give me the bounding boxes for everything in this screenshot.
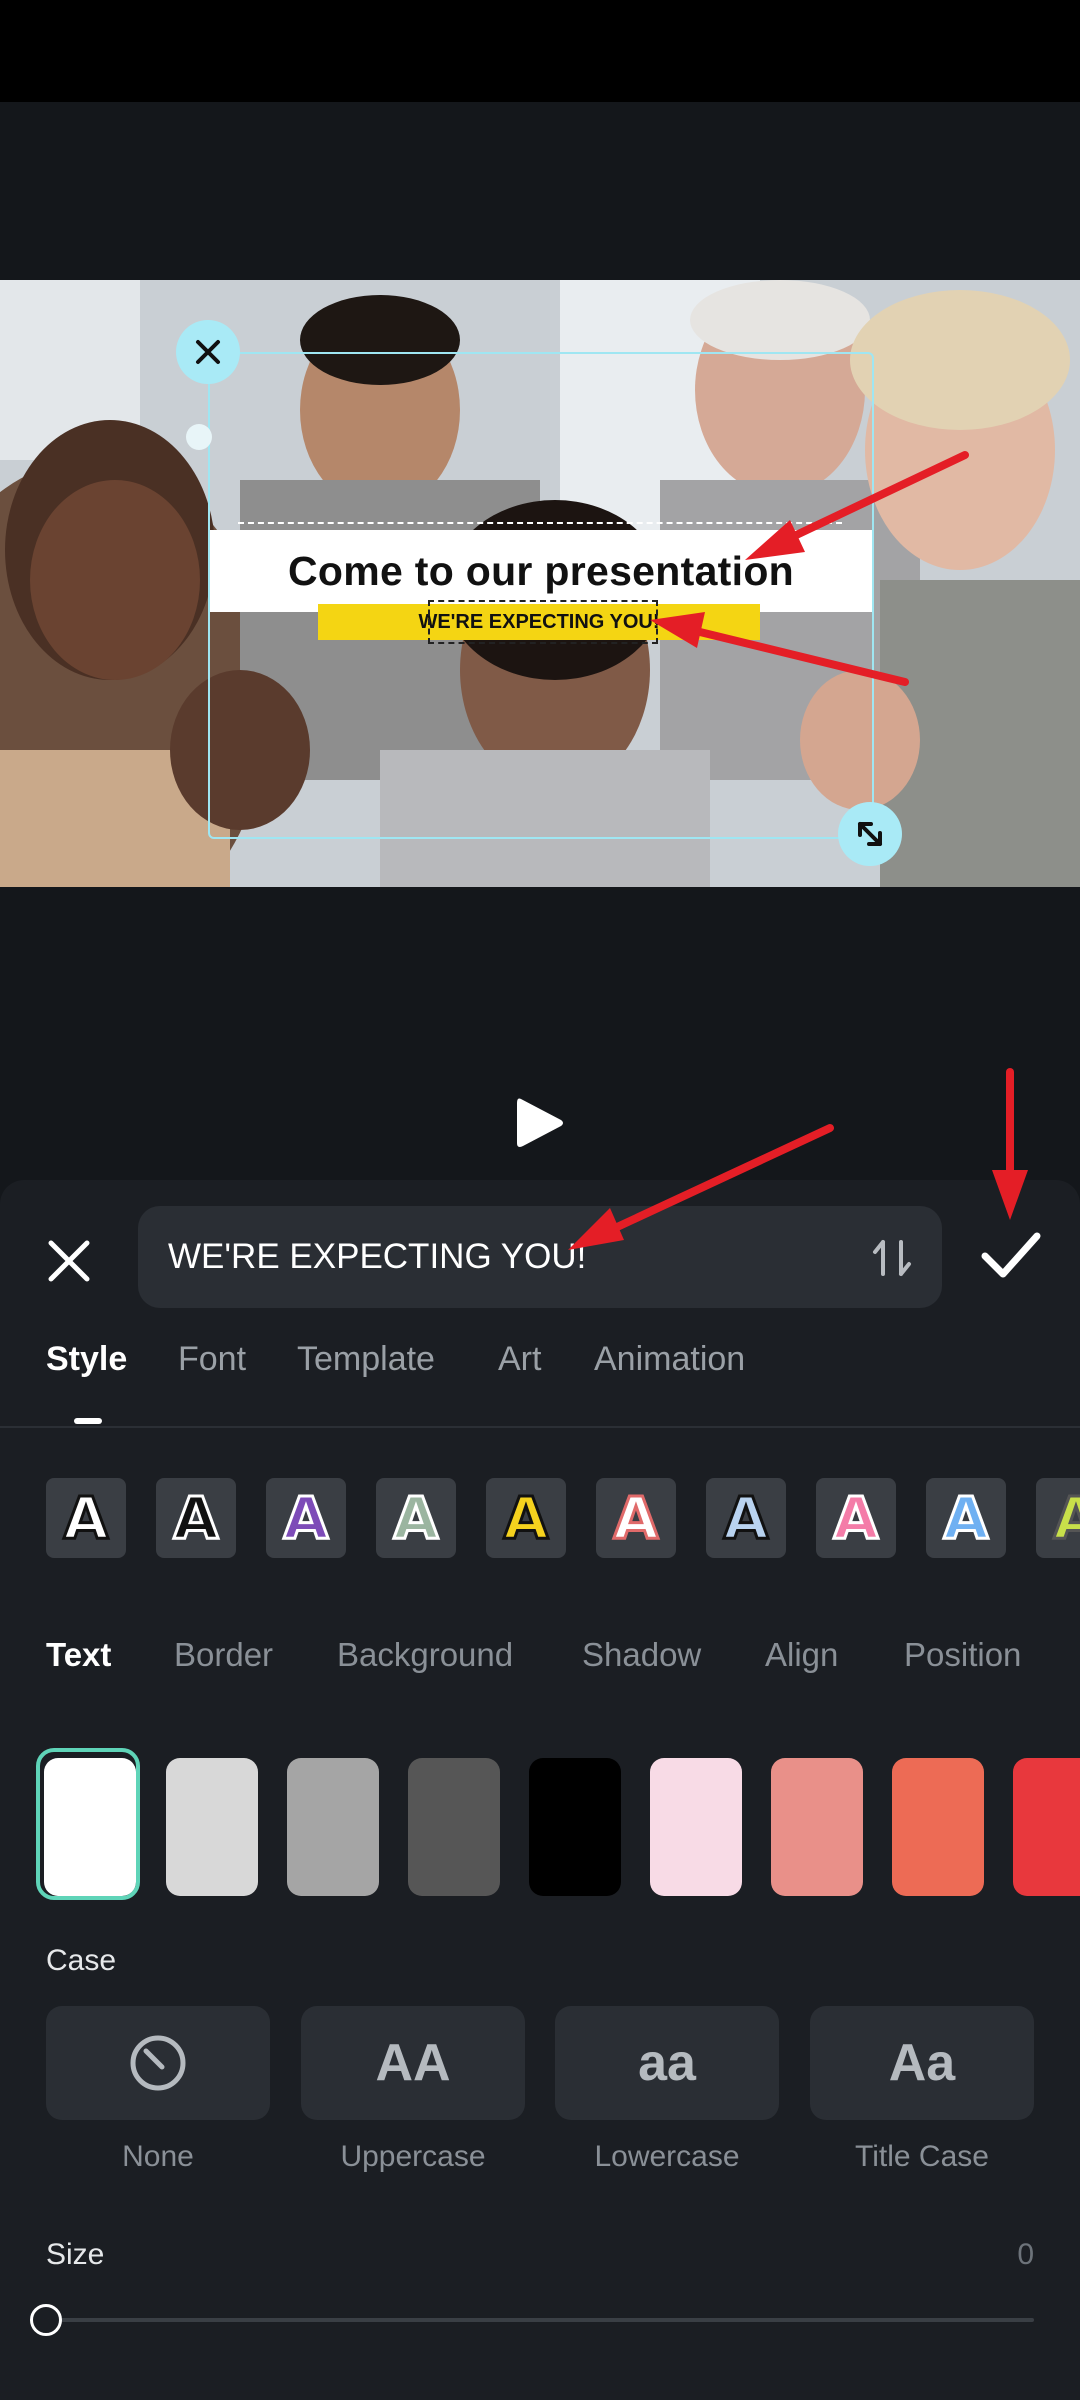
- rotate-handle[interactable]: [186, 424, 212, 450]
- tab-template[interactable]: Template: [297, 1340, 435, 1379]
- case-label: Case: [46, 1944, 117, 1977]
- style-presets-row: A A A A A A A A A A: [0, 1478, 1080, 1560]
- swap-order-icon[interactable]: [870, 1236, 914, 1280]
- size-label: Size: [46, 2238, 105, 2271]
- subtab-position[interactable]: Position: [904, 1636, 1021, 1674]
- preset-letter: A: [392, 1483, 440, 1554]
- style-preset-5[interactable]: A: [486, 1478, 566, 1558]
- no-case-icon: [130, 2035, 186, 2091]
- case-option-label: None: [122, 2140, 194, 2173]
- color-swatch[interactable]: [287, 1758, 379, 1896]
- preset-letter: A: [62, 1483, 110, 1554]
- preset-letter: A: [942, 1483, 990, 1554]
- editor-tabs: Style Font Template Art Animation: [0, 1340, 1080, 1424]
- selected-swatch-ring: [36, 1748, 140, 1900]
- preset-letter: A: [612, 1483, 660, 1554]
- tab-font[interactable]: Font: [178, 1340, 246, 1379]
- tab-art[interactable]: Art: [498, 1340, 541, 1379]
- color-swatch[interactable]: [650, 1758, 742, 1896]
- style-preset-3[interactable]: A: [266, 1478, 346, 1558]
- color-swatch[interactable]: [1013, 1758, 1080, 1896]
- style-preset-8[interactable]: A: [816, 1478, 896, 1558]
- case-option-label: Uppercase: [340, 2140, 486, 2173]
- subtab-border[interactable]: Border: [174, 1636, 273, 1674]
- color-swatch[interactable]: [408, 1758, 500, 1896]
- text-input-value[interactable]: WE'RE EXPECTING YOU!: [168, 1206, 586, 1308]
- resize-text-handle[interactable]: [838, 802, 902, 866]
- subtab-align[interactable]: Align: [765, 1636, 838, 1674]
- case-none-button[interactable]: [46, 2006, 270, 2120]
- close-icon: [196, 340, 220, 364]
- style-preset-7[interactable]: A: [706, 1478, 786, 1558]
- close-icon: [48, 1240, 90, 1282]
- play-icon[interactable]: [515, 1095, 565, 1151]
- subtab-background[interactable]: Background: [337, 1636, 513, 1674]
- style-preset-10[interactable]: A: [1036, 1478, 1080, 1558]
- close-panel-button[interactable]: [38, 1230, 100, 1292]
- style-preset-2[interactable]: A: [156, 1478, 236, 1558]
- color-swatch[interactable]: [771, 1758, 863, 1896]
- case-lowercase-button[interactable]: aa: [555, 2006, 779, 2120]
- preset-letter: A: [832, 1483, 880, 1554]
- subtab-text[interactable]: Text: [46, 1636, 111, 1674]
- subtitle-selection-box: [428, 600, 658, 644]
- title-selection-guide: [238, 522, 842, 525]
- resize-icon: [858, 822, 882, 846]
- tab-style[interactable]: Style: [46, 1340, 127, 1379]
- style-preset-4[interactable]: A: [376, 1478, 456, 1558]
- text-input-field[interactable]: WE'RE EXPECTING YOU!: [138, 1206, 942, 1308]
- color-swatch[interactable]: [892, 1758, 984, 1896]
- size-value: 0: [1017, 2238, 1034, 2271]
- active-tab-indicator: [74, 1418, 102, 1424]
- preset-letter: A: [1052, 1483, 1080, 1554]
- text-color-swatches: [0, 1752, 1080, 1902]
- preset-letter: A: [502, 1483, 550, 1554]
- tab-animation[interactable]: Animation: [594, 1340, 745, 1379]
- status-bar: [0, 0, 1080, 102]
- style-preset-1[interactable]: A: [46, 1478, 126, 1558]
- style-preset-6[interactable]: A: [596, 1478, 676, 1558]
- confirm-check-icon[interactable]: [975, 1220, 1045, 1290]
- delete-text-handle[interactable]: [176, 320, 240, 384]
- preset-letter: A: [282, 1483, 330, 1554]
- size-slider-track[interactable]: [46, 2318, 1034, 2322]
- preset-letter: A: [722, 1483, 770, 1554]
- preset-letter: A: [172, 1483, 220, 1554]
- case-option-label: Title Case: [855, 2140, 989, 2173]
- style-subtabs: Text Border Background Shadow Align Posi…: [0, 1636, 1080, 1686]
- style-preset-9[interactable]: A: [926, 1478, 1006, 1558]
- subtab-shadow[interactable]: Shadow: [582, 1636, 701, 1674]
- case-titlecase-button[interactable]: Aa: [810, 2006, 1034, 2120]
- tabs-divider: [0, 1426, 1080, 1428]
- size-slider-thumb[interactable]: [30, 2304, 62, 2336]
- color-swatch[interactable]: [166, 1758, 258, 1896]
- case-uppercase-button[interactable]: AA: [301, 2006, 525, 2120]
- color-swatch[interactable]: [529, 1758, 621, 1896]
- text-selection-frame[interactable]: [208, 352, 874, 839]
- case-option-label: Lowercase: [594, 2140, 740, 2173]
